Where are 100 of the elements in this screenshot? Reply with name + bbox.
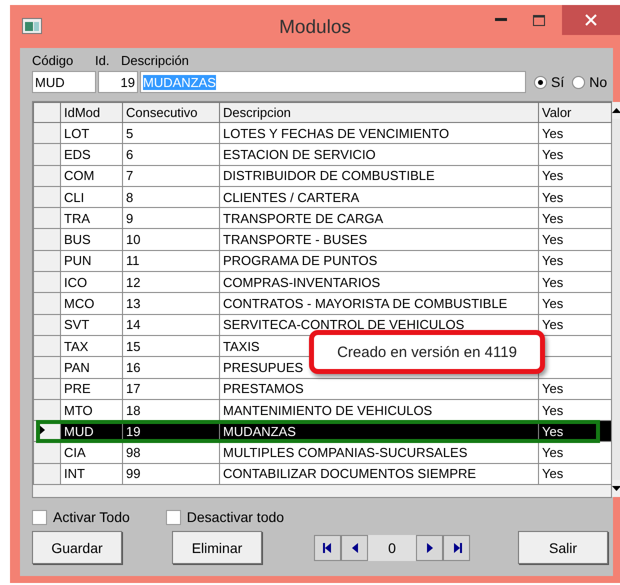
code-field[interactable]: MUD [32,71,96,93]
app-icon [22,18,42,34]
scroll-up-icon[interactable] [612,108,620,113]
scrollbar[interactable] [612,102,620,497]
table-cell: TRANSPORTE DE CARGA [223,210,384,226]
minimize-icon[interactable] [495,18,507,22]
table-cell: EDS [64,146,91,162]
table-cell: 10 [126,232,140,248]
table-cell: TAX [64,338,88,354]
table-cell: 6 [126,146,134,162]
table-cell: 13 [126,296,140,312]
table-cell: Yes [542,253,564,268]
table-cell: LOT [64,126,90,141]
checkbox-label: Activar Todo [53,509,130,525]
column-header[interactable]: Descripcion [220,102,538,122]
table-cell: INT [64,466,85,482]
field-label: Id. [95,53,110,69]
callout-note: Creado en versión en 4119 [309,330,545,374]
table-cell: BUS [64,232,91,248]
close-icon[interactable] [585,14,597,26]
window-title: Modulos [279,17,351,38]
checkbox[interactable] [32,510,47,524]
radio-icon[interactable] [572,76,586,88]
table-cell: Yes [542,317,564,332]
table-cell: 12 [126,274,140,290]
checkbox-label: Desactivar todo [186,509,284,525]
last-record-button[interactable] [443,534,470,560]
table-cell: 8 [126,190,134,205]
first-record-button[interactable] [314,534,341,560]
table-cell: MTO [64,402,93,418]
table-cell: CIA [64,445,86,460]
table-cell: Yes [542,381,564,396]
table-cell: MUD [64,424,94,439]
record-position: 0 [368,534,416,560]
table-cell: PAN [64,360,90,375]
table-cell: 18 [126,402,140,418]
table-cell: CONTABILIZAR DOCUMENTOS SIEMPRE [223,466,476,482]
table-cell: TRA [64,210,90,226]
skip-first-icon[interactable] [322,542,334,554]
table-cell: CONTRATOS - MAYORISTA DE COMBUSTIBLE [223,296,508,312]
table-cell: Yes [542,296,564,312]
table-cell: 15 [126,338,140,354]
table-cell: TAXIS [223,338,260,354]
table-cell: MCO [64,296,94,312]
next-record-button[interactable] [416,534,443,560]
table-cell: MULTIPLES COMPANIAS-SUCURSALES [223,445,468,460]
table-cell: 19 [126,424,140,439]
id-field[interactable]: 19 [98,71,138,93]
table-cell: 98 [126,445,140,460]
action-button[interactable]: Guardar [32,531,122,564]
table-cell: 9 [126,210,134,226]
table-cell: MUDANZAS [223,424,296,439]
table-cell: PUN [64,253,92,268]
table-cell: 5 [126,126,134,141]
field-label: Código [32,53,74,69]
current-row-icon [38,424,45,436]
table-cell: 7 [126,168,134,184]
table-cell: DISTRIBUIDOR DE COMBUSTIBLE [223,168,435,184]
table-cell: PRE [64,381,91,396]
table-cell: PROGRAMA DE PUNTOS [223,253,378,268]
table-cell: LOTES Y FECHAS DE VENCIMIENTO [223,126,450,141]
table-cell: COM [64,168,94,184]
radio-option[interactable]: Sí [534,74,564,90]
table-cell: MANTENIMIENTO DE VEHICULOS [223,402,432,418]
table-cell: Yes [542,190,564,205]
radio-label: No [589,74,608,90]
table-cell: Yes [542,274,564,290]
checkbox[interactable] [166,510,181,524]
table-cell: Yes [542,402,564,418]
table-cell: 14 [126,317,140,332]
table-cell: Yes [542,126,564,141]
table-cell: Yes [542,466,564,482]
table-cell: CLI [64,190,84,205]
table-cell: 16 [126,360,140,375]
table-cell: ESTACION DE SERVICIO [223,146,376,162]
table-cell: Yes [542,232,564,248]
exit-button[interactable]: Salir [518,531,608,564]
table-cell: PRESUPUES [223,360,304,375]
table-cell: Yes [542,146,564,162]
column-header[interactable]: Valor [538,102,612,122]
table-cell: CLIENTES / CARTERA [223,190,360,205]
scroll-down-icon[interactable] [612,486,620,491]
field-label: Descripción [121,53,190,69]
table-cell: 99 [126,466,140,482]
table-cell: PRESTAMOS [223,381,304,396]
action-button[interactable]: Eliminar [172,531,262,564]
column-header[interactable]: IdMod [60,102,122,122]
table-cell: Yes [542,445,564,460]
radio-label: Sí [551,74,564,90]
column-header[interactable]: Consecutivo [122,102,220,122]
table-cell: SVT [64,317,90,332]
table-cell: Yes [542,210,564,226]
radio-icon[interactable] [534,76,547,88]
table-cell: Yes [542,168,564,184]
table-cell: 11 [126,253,140,268]
close-button[interactable] [562,5,620,35]
table-cell: TRANSPORTE - BUSES [223,232,368,248]
previous-record-button[interactable] [341,534,368,560]
radio-option[interactable]: No [572,74,608,90]
maximize-icon[interactable] [533,14,545,26]
